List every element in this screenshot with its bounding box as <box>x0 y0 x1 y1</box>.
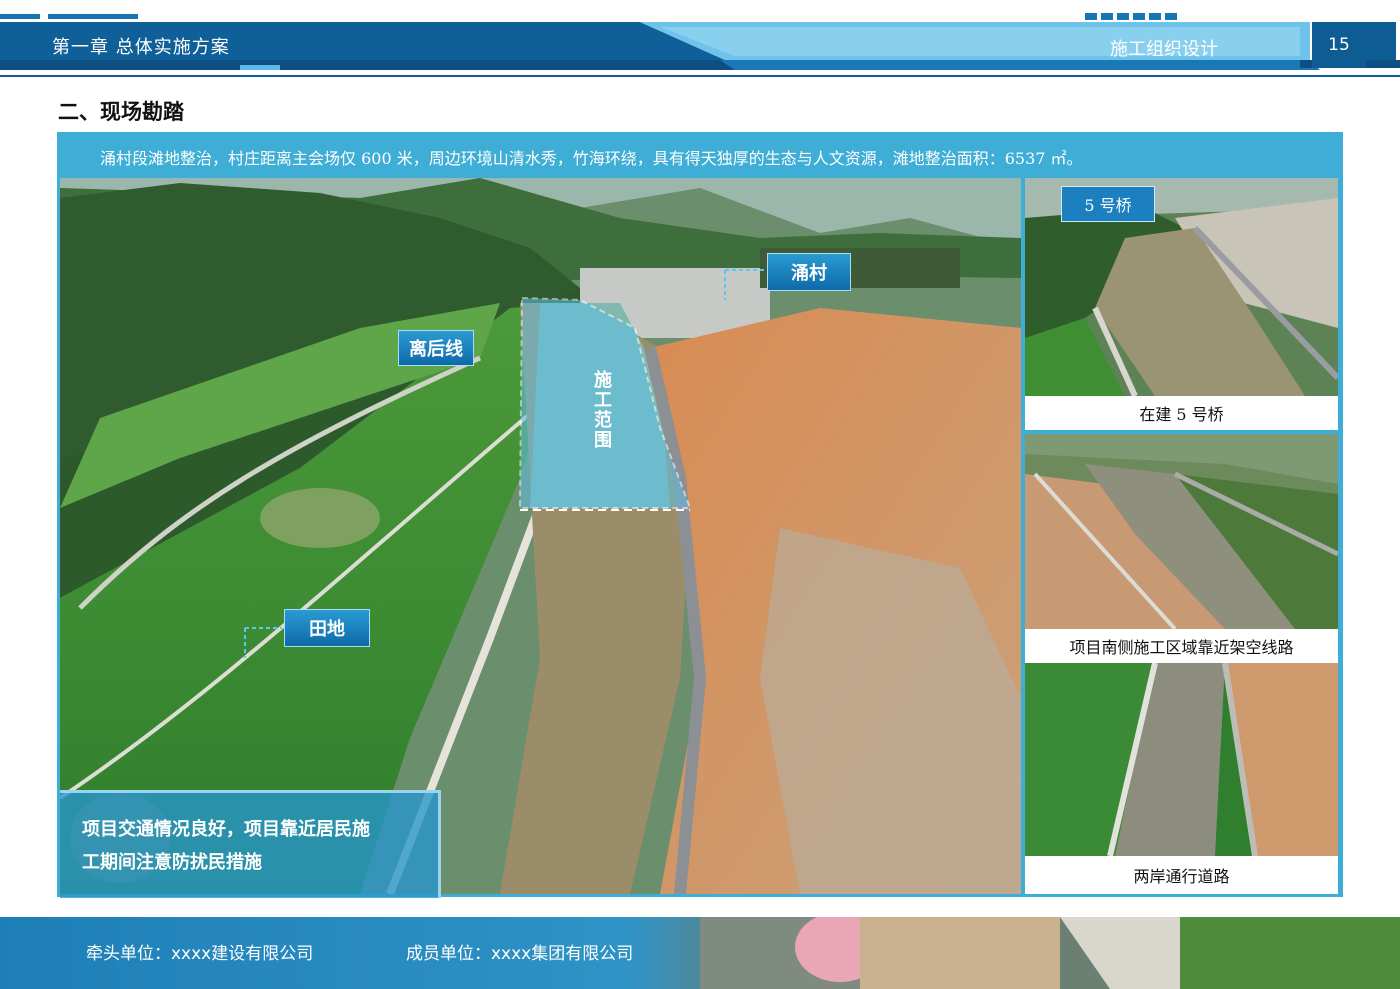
traffic-note: 项目交通情况良好，项目靠近居民施 工期间注意防扰民措施 <box>60 790 441 898</box>
traffic-note-line1: 项目交通情况良好，项目靠近居民施 <box>82 819 370 840</box>
member-unit: 成员单位：xxxx集团有限公司 <box>406 944 634 964</box>
aerial-illustration <box>60 178 1021 894</box>
bridge-caption: 在建 5 号桥 <box>1025 396 1338 430</box>
chapter-title: 第一章 总体实施方案 <box>52 37 230 58</box>
header-bar: 第一章 总体实施方案 施工组织设计 15 <box>0 0 1400 80</box>
powerline-illustration <box>1025 434 1338 629</box>
main-aerial-photo <box>60 178 1021 894</box>
village-label: 涌村 <box>767 253 851 291</box>
section-title: 二、现场勘踏 <box>58 99 184 124</box>
footer-banner: 牵头单位：xxxx建设有限公司 成员单位：xxxx集团有限公司 <box>0 917 1400 989</box>
page-number: 15 <box>1312 22 1366 68</box>
powerline-caption: 项目南侧施工区域靠近架空线路 <box>1025 629 1338 663</box>
setback-line-label: 离后线 <box>398 330 474 366</box>
bridge-tag: 5 号桥 <box>1061 186 1155 222</box>
construction-scope-label: 施工范围 <box>591 370 612 450</box>
roads-caption: 两岸通行道路 <box>1025 856 1338 894</box>
traffic-note-line2: 工期间注意防扰民措施 <box>82 852 262 873</box>
intro-text: 涌村段滩地整治，村庄距离主会场仅 600 米，周边环境山清水秀，竹海环绕，具有得… <box>100 149 1083 168</box>
lead-unit: 牵头单位：xxxx建设有限公司 <box>86 944 314 964</box>
roads-illustration <box>1025 663 1338 856</box>
side-photo-roads <box>1025 663 1338 856</box>
farmland-label: 田地 <box>284 609 370 647</box>
section-name: 施工组织设计 <box>1110 39 1218 60</box>
side-photo-powerline <box>1025 434 1338 629</box>
